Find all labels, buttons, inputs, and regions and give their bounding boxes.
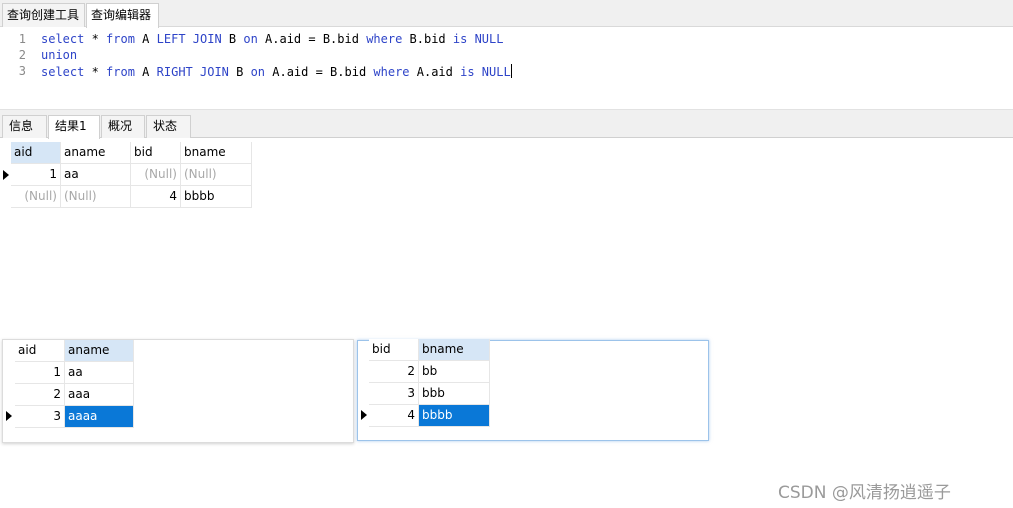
code-line-2: union <box>41 48 77 62</box>
line-number: 1 <box>18 32 26 46</box>
sql-text: A <box>134 32 157 46</box>
current-row-indicator-icon <box>361 410 367 420</box>
tab-overview[interactable]: 概况 <box>101 115 145 138</box>
code-line-1: select * from A LEFT JOIN B on A.aid = B… <box>41 32 503 46</box>
grid-cell[interactable]: 1 <box>15 362 65 384</box>
current-row-indicator-icon <box>3 170 9 180</box>
grid-cell[interactable]: 3 <box>15 406 65 428</box>
sql-keyword: where <box>373 65 410 79</box>
sql-text: B.bid <box>402 32 453 46</box>
sql-text: * <box>84 32 107 46</box>
sql-keyword: select <box>41 32 85 46</box>
sql-keyword: is <box>460 65 475 79</box>
column-header-bname[interactable]: bname <box>419 339 490 361</box>
sql-text: A.aid <box>409 65 461 79</box>
column-header-aid[interactable]: aid <box>15 340 65 362</box>
code-line-3: select * from A RIGHT JOIN B on A.aid = … <box>41 64 512 79</box>
grid-cell-null[interactable]: (Null) <box>131 164 181 186</box>
grid-cell[interactable]: aa <box>65 362 134 384</box>
sql-keyword: select <box>41 65 85 79</box>
sql-keyword: from <box>106 65 135 79</box>
sql-keyword: where <box>366 32 403 46</box>
grid-cell[interactable]: bbbb <box>181 186 252 208</box>
sql-text: * <box>84 65 107 79</box>
column-header-aid[interactable]: aid <box>11 142 61 164</box>
grid-cell-null[interactable]: (Null) <box>61 186 131 208</box>
grid-cell-selected[interactable]: aaaa <box>65 406 134 428</box>
column-header-aname[interactable]: aname <box>65 340 134 362</box>
line-number: 3 <box>18 64 26 78</box>
tab-query-builder[interactable]: 查询创建工具 <box>2 3 85 27</box>
sql-text: A.aid = B.bid <box>265 65 374 79</box>
tab-status[interactable]: 状态 <box>146 115 191 138</box>
column-header-aname[interactable]: aname <box>61 142 131 164</box>
grid-cell[interactable]: 1 <box>11 164 61 186</box>
column-header-bname[interactable]: bname <box>181 142 252 164</box>
line-number-gutter: 1 2 3 <box>0 28 30 110</box>
tab-query-editor[interactable]: 查询编辑器 <box>86 3 159 28</box>
sql-keyword: from <box>106 32 135 46</box>
sql-keyword: NULL <box>474 32 504 46</box>
sql-keyword: on <box>243 32 258 46</box>
sql-keyword: LEFT JOIN <box>156 32 222 46</box>
watermark: CSDN @风清扬逍遥子 <box>778 483 951 503</box>
grid-cell-null[interactable]: (Null) <box>181 164 252 186</box>
grid-cell[interactable]: aaa <box>65 384 134 406</box>
grid-cell[interactable]: aa <box>61 164 131 186</box>
grid-cell[interactable]: 3 <box>369 383 419 405</box>
column-header-bid[interactable]: bid <box>131 142 181 164</box>
grid-cell[interactable]: 2 <box>15 384 65 406</box>
grid-cell[interactable]: 2 <box>369 361 419 383</box>
sql-text: B <box>228 65 251 79</box>
grid-cell[interactable]: 4 <box>131 186 181 208</box>
grid-cell-null[interactable]: (Null) <box>11 186 61 208</box>
sql-text: A.aid = B.bid <box>257 32 367 46</box>
top-tab-bar: 查询创建工具 查询编辑器 <box>0 0 1013 28</box>
grid-cell[interactable]: 4 <box>369 405 419 427</box>
sql-keyword: RIGHT JOIN <box>156 65 229 79</box>
sql-text: B <box>221 32 244 46</box>
sql-keyword: NULL <box>481 65 511 79</box>
current-row-indicator-icon <box>6 411 12 421</box>
text-caret <box>510 64 512 78</box>
tab-result-1[interactable]: 结果1 <box>48 115 100 139</box>
sql-keyword: on <box>250 65 266 79</box>
grid-cell-selected[interactable]: bbbb <box>419 405 490 427</box>
grid-cell[interactable]: bb <box>419 361 490 383</box>
sql-editor[interactable]: 1 2 3 select * from A LEFT JOIN B on A.a… <box>0 28 1013 110</box>
sql-keyword: is <box>452 32 468 46</box>
tab-info[interactable]: 信息 <box>2 115 47 138</box>
sql-text: A <box>134 65 157 79</box>
column-header-bid[interactable]: bid <box>369 339 419 361</box>
sql-keyword: union <box>41 48 78 62</box>
line-number: 2 <box>18 48 26 62</box>
grid-cell[interactable]: bbb <box>419 383 490 405</box>
result-tab-bar: 信息 结果1 概况 状态 <box>0 112 1013 139</box>
